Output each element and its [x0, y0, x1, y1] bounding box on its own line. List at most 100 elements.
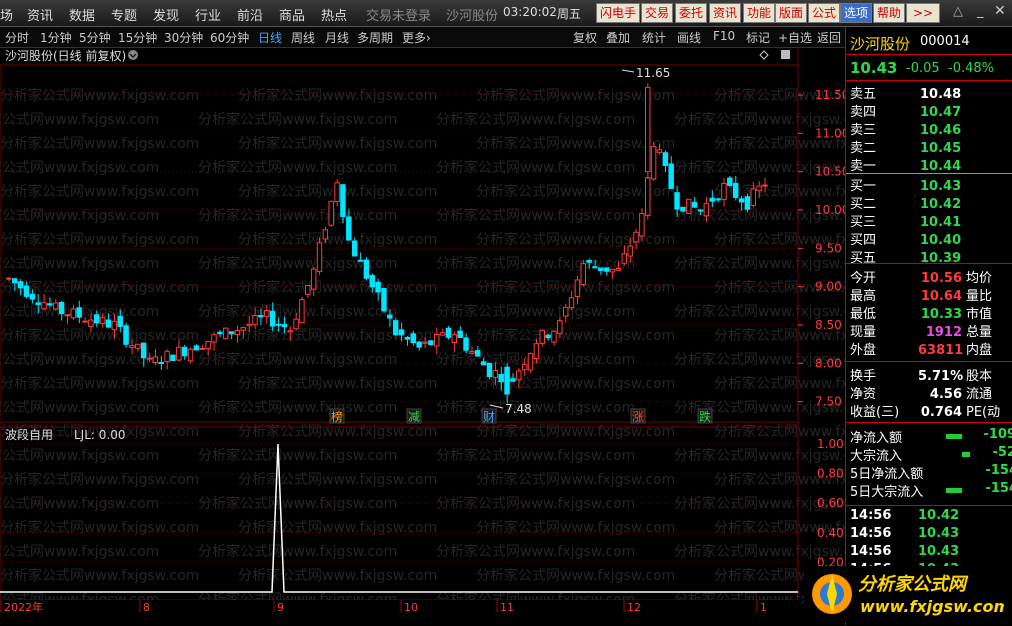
- svg-text:分析家公式网www.fxjgsw.com: 分析家公式网www.fxjgsw.com: [0, 207, 159, 224]
- candle: [41, 293, 47, 311]
- svg-text:分析家公式网www.fxjgsw.com: 分析家公式网www.fxjgsw.com: [198, 447, 397, 464]
- menu-item-4[interactable]: 发现: [153, 5, 179, 24]
- tool-button[interactable]: 复权: [573, 29, 597, 46]
- svg-text:分析家公式网www.fxjgsw.com: 分析家公式网www.fxjgsw.com: [436, 495, 635, 512]
- function-button[interactable]: 功能: [743, 3, 776, 23]
- candle: [222, 327, 229, 340]
- svg-text:分析家公式网www.fxjgsw.com: 分析家公式网www.fxjgsw.com: [476, 471, 675, 488]
- period-tab-active[interactable]: 日线: [258, 29, 282, 46]
- period-tab[interactable]: 1分钟: [40, 29, 72, 46]
- y-tick-label: 10.50: [815, 165, 845, 179]
- candle: [375, 278, 381, 301]
- tool-button[interactable]: +自选: [778, 29, 812, 46]
- ask-row: 卖五 10.48: [850, 87, 962, 102]
- period-tab-more[interactable]: 更多›: [402, 29, 431, 46]
- flow-row: 5日大宗流入-154: [850, 481, 1012, 500]
- candle: [187, 347, 194, 364]
- options-button[interactable]: 选项: [840, 3, 873, 23]
- x-tick-label: 1: [760, 601, 767, 614]
- candle: [463, 333, 469, 354]
- menu-item-2[interactable]: 数据: [69, 5, 95, 24]
- diamond-icon[interactable]: [759, 50, 769, 60]
- svg-text:分析家公式网www.fxjgsw.com: 分析家公式网www.fxjgsw.com: [238, 423, 437, 440]
- candle: [416, 340, 422, 351]
- candle: [363, 256, 370, 281]
- menu-item-0[interactable]: 场: [0, 5, 13, 24]
- candle: [217, 329, 223, 338]
- svg-text:分析家公式网www.fxjgsw.com: 分析家公式网www.fxjgsw.com: [674, 255, 845, 272]
- event-tag[interactable]: 财: [481, 408, 497, 424]
- clock: 03:20:02: [503, 5, 557, 19]
- sub-y-tick-label: 0.80: [817, 467, 844, 481]
- period-tab[interactable]: 多周期: [357, 29, 393, 46]
- svg-text:分析家公式网www.fxjgsw.com: 分析家公式网www.fxjgsw.com: [198, 159, 397, 176]
- sub-chart-value: LJL: 0.00: [74, 428, 126, 442]
- svg-text:分析家公式网www.fxjgsw.com: 分析家公式网www.fxjgsw.com: [198, 303, 397, 320]
- news-button[interactable]: 资讯: [709, 3, 742, 23]
- login-status[interactable]: 交易未登录: [366, 5, 431, 24]
- flash-trade-button[interactable]: 闪电手: [596, 3, 641, 23]
- svg-text:分析家公式网www.fxjgsw.com: 分析家公式网www.fxjgsw.com: [0, 183, 199, 200]
- formula-button[interactable]: 公式: [808, 3, 841, 23]
- candle: [181, 344, 188, 361]
- candle: [52, 298, 59, 312]
- svg-text:分析家公式网www.fxjgsw.com: 分析家公式网www.fxjgsw.com: [0, 231, 199, 248]
- candle: [299, 296, 305, 324]
- event-tag[interactable]: 减: [406, 408, 422, 424]
- menu-item-7[interactable]: 商品: [279, 5, 305, 24]
- flow-row: 大宗流入 -52: [850, 445, 1012, 464]
- event-tag[interactable]: 榜: [329, 408, 345, 424]
- candle: [392, 317, 399, 337]
- sub-chart-title[interactable]: 波段自用: [5, 427, 53, 442]
- candle: [527, 352, 534, 374]
- period-tab[interactable]: 周线: [291, 29, 315, 46]
- event-tag[interactable]: 跌: [697, 408, 713, 424]
- tool-button[interactable]: 统计: [642, 29, 666, 46]
- tool-button[interactable]: 返回: [817, 29, 841, 46]
- candle: [609, 268, 616, 280]
- menu-item-8[interactable]: 热点: [321, 5, 347, 24]
- menu-item-6[interactable]: 前沿: [237, 5, 263, 24]
- x-tick-label: 10: [404, 601, 418, 614]
- period-tab[interactable]: 月线: [325, 29, 349, 46]
- period-tab[interactable]: 15分钟: [118, 29, 157, 46]
- stat-row: 现量 1912 总量: [850, 325, 993, 340]
- chevron-right-icon: ›: [426, 31, 431, 45]
- main-chart-title[interactable]: 沙河股份(日线 前复权): [5, 48, 126, 63]
- svg-text:分析家公式网www.fxjgsw.com: 分析家公式网www.fxjgsw.com: [0, 399, 159, 416]
- site-logo: 分析家公式网 www.fxjgsw.com: [804, 566, 1010, 622]
- trough-candle: [504, 363, 510, 404]
- period-tab[interactable]: 60分钟: [210, 29, 249, 46]
- svg-text:分析家公式网www.fxjgsw.com: 分析家公式网www.fxjgsw.com: [0, 135, 199, 152]
- svg-text:分析家公式网www.fxjgsw.com: 分析家公式网www.fxjgsw.com: [198, 495, 397, 512]
- layout-button[interactable]: 版面: [775, 3, 808, 23]
- event-tag[interactable]: 涨: [630, 408, 646, 424]
- help-button[interactable]: 帮助: [873, 3, 906, 23]
- tool-button[interactable]: 标记: [746, 29, 770, 46]
- candle: [164, 349, 170, 370]
- tool-button[interactable]: 画线: [677, 29, 701, 46]
- period-tab[interactable]: 30分钟: [164, 29, 203, 46]
- period-tab[interactable]: 5分钟: [79, 29, 111, 46]
- menu-item-1[interactable]: 资讯: [27, 5, 53, 24]
- trade-button[interactable]: 交易: [641, 3, 674, 23]
- candle: [457, 326, 463, 338]
- more-button[interactable]: >>: [906, 3, 940, 23]
- square-icon[interactable]: [781, 50, 790, 59]
- close-icon[interactable]: ✕: [994, 3, 1008, 19]
- flow-row: 净流入额 -109: [850, 427, 1012, 446]
- chart-area[interactable]: 分析家公式网www.fxjgsw.com 分析家公式网www.fxjgsw.com…: [0, 47, 845, 625]
- period-tab[interactable]: 分时: [5, 29, 29, 46]
- candle: [727, 175, 733, 188]
- main-y-axis: 11.50 11.00 10.50 10.00 9.50 9.00 8.50 8.00 7.50: [797, 47, 845, 600]
- svg-text:分析家公式网www.fxjgsw.com: 分析家公式网www.fxjgsw.com: [198, 399, 397, 416]
- menu-item-5[interactable]: 行业: [195, 5, 221, 24]
- logo-text: 分析家公式网: [858, 574, 969, 595]
- tool-button[interactable]: 叠加: [606, 29, 630, 46]
- minimize-icon[interactable]: _: [977, 4, 989, 20]
- menu-item-3[interactable]: 专题: [111, 5, 137, 24]
- shirt-icon[interactable]: △: [953, 4, 971, 20]
- chevron-down-icon[interactable]: [128, 50, 138, 60]
- order-button[interactable]: 委托: [675, 3, 708, 23]
- tool-button[interactable]: F10: [713, 29, 735, 43]
